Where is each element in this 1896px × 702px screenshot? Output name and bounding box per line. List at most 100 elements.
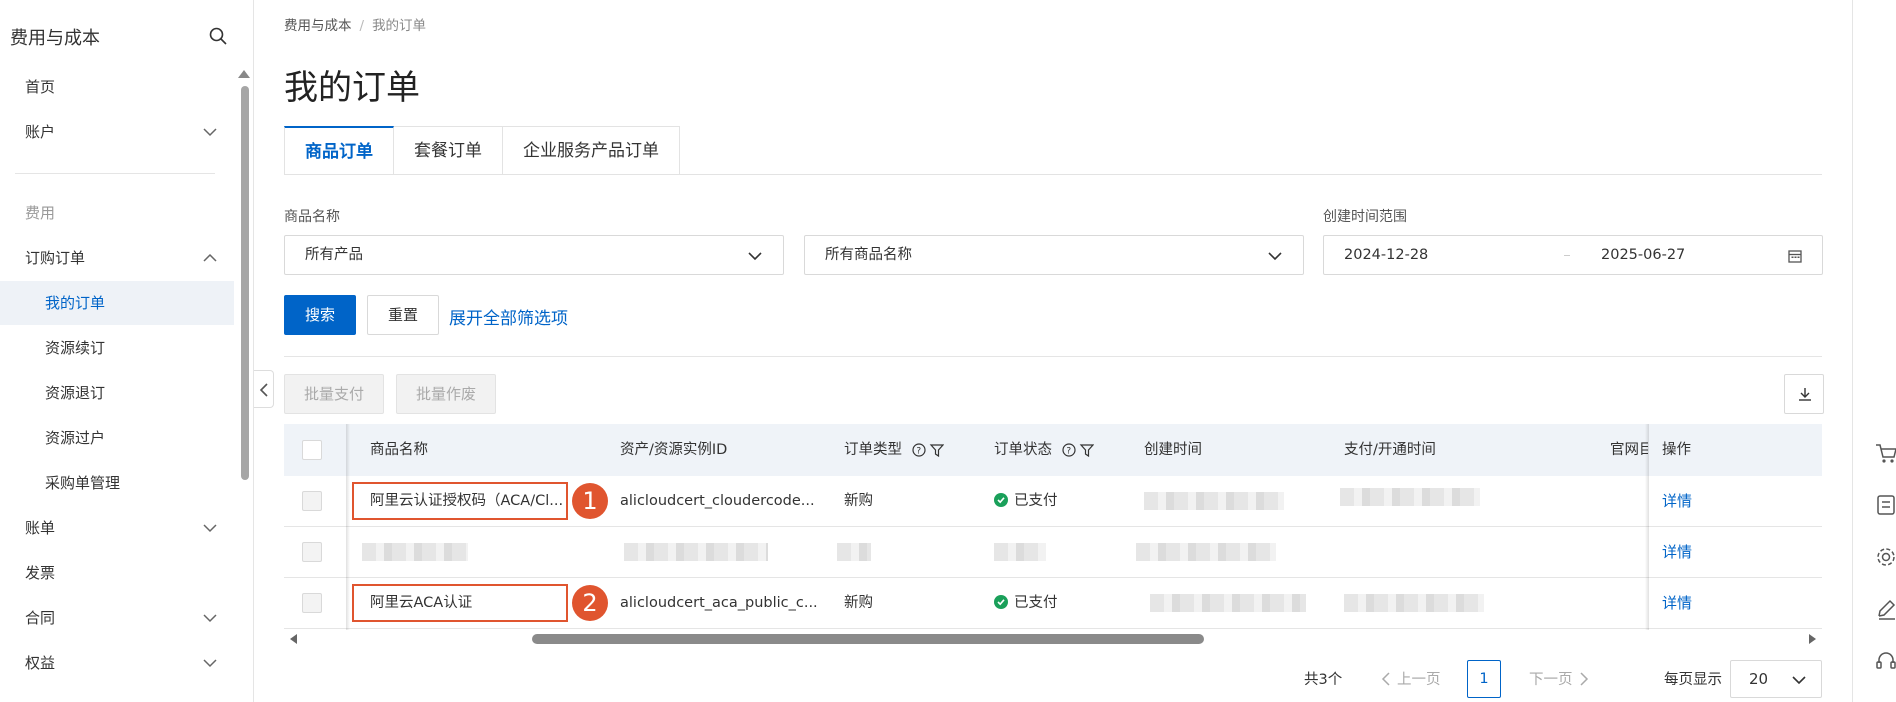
help-filter-icon[interactable]: ? (912, 443, 944, 457)
download-button[interactable] (1784, 374, 1824, 414)
sidebar-item-my-orders[interactable]: 我的订单 (0, 281, 234, 325)
chevron-down-icon (203, 524, 217, 533)
column-header: 官网目 (1610, 442, 1648, 458)
date-start[interactable]: 2024-12-28 (1344, 236, 1428, 274)
gear-icon[interactable] (1875, 546, 1896, 568)
sidebar-item-account[interactable]: 账户 (0, 110, 234, 154)
sidebar-item-label: 首页 (25, 78, 56, 96)
scroll-right-arrow-icon[interactable] (1809, 634, 1816, 644)
next-page-label: 下一页 (1529, 672, 1573, 688)
product-select-value: 所有产品 (305, 247, 363, 263)
sidebar-item-label: 账单 (25, 519, 56, 537)
chevron-down-icon (1792, 676, 1806, 685)
search-button[interactable]: 搜索 (284, 295, 356, 335)
batch-void-button[interactable]: 批量作废 (396, 374, 496, 414)
scroll-up-arrow-icon[interactable] (238, 70, 250, 78)
sidebar: 费用与成本 首页 账户 费用 订购订单 我的订单 资源续订 资源退订 资源过户 … (0, 0, 254, 702)
sidebar-item-home[interactable]: 首页 (0, 65, 234, 109)
cart-icon[interactable] (1875, 442, 1896, 464)
calendar-icon[interactable] (1788, 249, 1802, 263)
search-icon[interactable] (208, 26, 228, 46)
headset-icon[interactable] (1875, 650, 1896, 672)
scroll-left-arrow-icon[interactable] (290, 634, 297, 644)
detail-link[interactable]: 详情 (1662, 476, 1692, 526)
sidebar-item-label: 资源过户 (45, 429, 106, 447)
edit-icon[interactable] (1875, 598, 1896, 620)
sidebar-collapse-button[interactable] (254, 370, 274, 408)
sidebar-item-invoice[interactable]: 发票 (0, 551, 234, 595)
product-name-label: 商品名称 (284, 209, 340, 225)
sidebar-divider (15, 173, 215, 174)
reset-button[interactable]: 重置 (367, 295, 439, 335)
breadcrumb-separator: / (359, 18, 365, 34)
sidebar-group-fees: 费用 (0, 191, 234, 235)
detail-link[interactable]: 详情 (1662, 578, 1692, 628)
help-filter-icon[interactable]: ? (1062, 443, 1094, 457)
sidebar-item-label: 权益 (25, 654, 56, 672)
sidebar-item-subscription-orders[interactable]: 订购订单 (0, 236, 234, 280)
per-page-value: 20 (1749, 670, 1769, 688)
table-row: 阿里云ACA认证 alicloudcert_aca_public_c... 新购… (284, 578, 1822, 629)
tab-product-orders[interactable]: 商品订单 (284, 126, 394, 175)
step-badge: 1 (572, 483, 608, 519)
sidebar-item-purchase-management[interactable]: 采购单管理 (0, 461, 234, 505)
product-select[interactable]: 所有产品 (284, 235, 784, 275)
operations-column: 操作 详情 详情 详情 (1649, 424, 1822, 630)
ops-cell: 详情 (1649, 476, 1822, 527)
status-text: 已支付 (1014, 493, 1058, 509)
redacted-pay-time (1340, 488, 1480, 506)
sidebar-item-benefits[interactable]: 权益 (0, 641, 234, 685)
sidebar-item-transfer[interactable]: 资源过户 (0, 416, 234, 460)
date-range-label: 创建时间范围 (1323, 209, 1407, 225)
download-icon (1799, 388, 1811, 401)
row-checkbox[interactable] (302, 542, 322, 562)
tab-package-orders[interactable]: 套餐订单 (394, 126, 503, 175)
prev-page-button[interactable]: 上一页 (1381, 660, 1441, 700)
column-header: 创建时间 (1144, 442, 1202, 458)
redacted-create-time (1150, 594, 1306, 612)
chevron-down-icon (748, 252, 762, 261)
column-header: 支付/开通时间 (1344, 442, 1436, 458)
ops-header-cell: 操作 (1649, 424, 1822, 476)
expand-filters-link[interactable]: 展开全部筛选项 (449, 304, 568, 329)
batch-pay-button[interactable]: 批量支付 (284, 374, 384, 414)
per-page-label: 每页显示 (1664, 672, 1722, 688)
sidebar-item-renew[interactable]: 资源续订 (0, 326, 234, 370)
select-all-checkbox[interactable] (302, 440, 322, 460)
chevron-down-icon (203, 614, 217, 623)
instance-id-cell: alicloudcert_cloudercode... (620, 493, 815, 509)
order-type-cell: 新购 (844, 493, 873, 509)
row-checkbox[interactable] (302, 491, 322, 511)
detail-link[interactable]: 详情 (1662, 527, 1692, 577)
sidebar-item-label: 账户 (25, 123, 56, 141)
sidebar-item-contract[interactable]: 合同 (0, 596, 234, 640)
instance-id-cell: alicloudcert_aca_public_c... (620, 595, 818, 611)
breadcrumb-root[interactable]: 费用与成本 (284, 18, 352, 34)
next-page-button[interactable]: 下一页 (1529, 660, 1589, 700)
row-checkbox[interactable] (302, 593, 322, 613)
product-name-select[interactable]: 所有商品名称 (804, 235, 1304, 275)
breadcrumb-current: 我的订单 (372, 18, 427, 34)
sidebar-title: 费用与成本 (10, 28, 100, 49)
page-number-current[interactable]: 1 (1467, 660, 1501, 698)
chevron-up-icon (203, 253, 217, 262)
chevron-down-icon (203, 128, 217, 137)
sidebar-item-label: 资源续订 (45, 339, 106, 357)
sidebar-item-label: 采购单管理 (45, 474, 121, 492)
order-status-cell: 已支付 (994, 578, 1058, 628)
tab-enterprise-orders[interactable]: 企业服务产品订单 (503, 126, 680, 175)
table-horizontal-scrollbar[interactable] (284, 630, 1822, 646)
sidebar-header: 费用与成本 (10, 22, 230, 50)
date-end[interactable]: 2025-06-27 (1601, 236, 1685, 274)
highlight-box (352, 584, 568, 622)
redacted-instance-id (624, 543, 768, 561)
scrollbar-thumb[interactable] (532, 634, 1204, 644)
sidebar-item-label: 费用 (25, 204, 56, 222)
sidebar-scrollbar[interactable] (241, 86, 249, 480)
date-range-picker[interactable]: 2024-12-28 2025-06-27 (1323, 235, 1823, 275)
sidebar-item-bills[interactable]: 账单 (0, 506, 234, 550)
ticket-icon[interactable] (1875, 494, 1896, 516)
svg-text:?: ? (916, 447, 921, 457)
per-page-select[interactable]: 20 (1730, 660, 1822, 698)
sidebar-item-unsubscribe[interactable]: 资源退订 (0, 371, 234, 415)
